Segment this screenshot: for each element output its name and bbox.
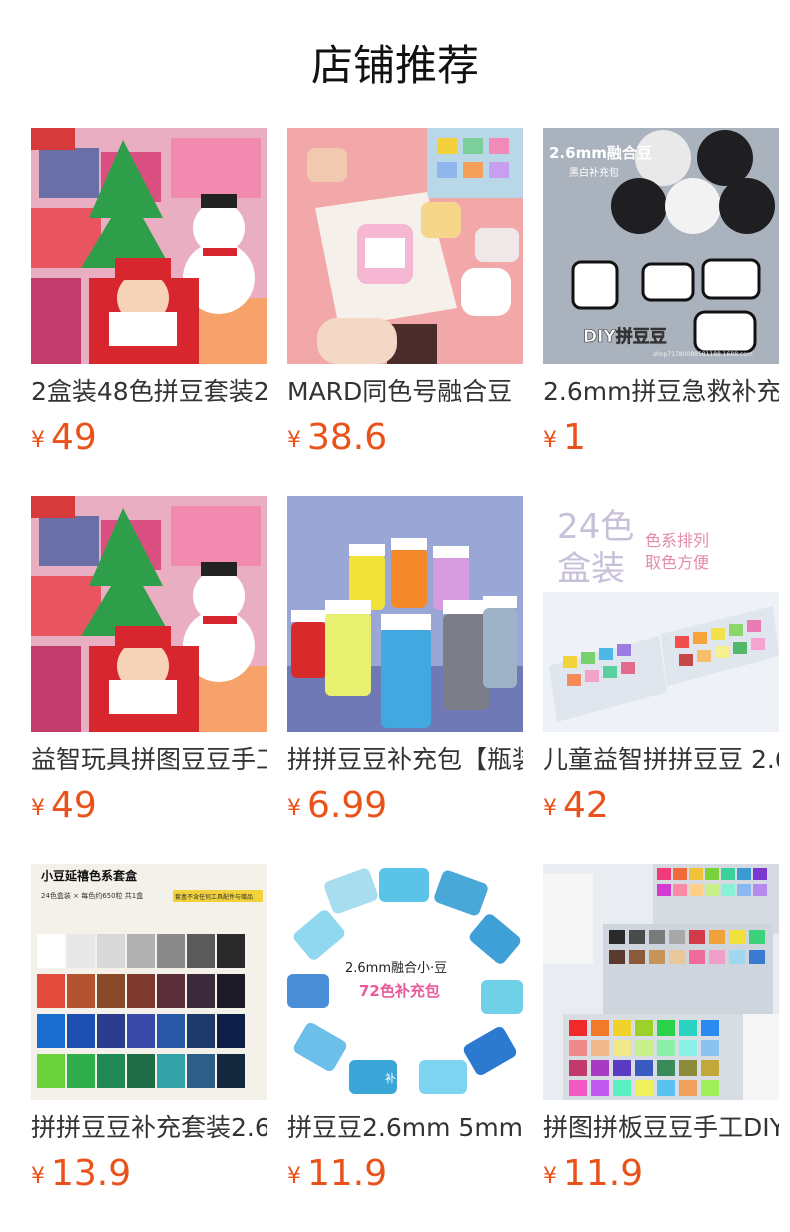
- product-card[interactable]: 拼图拼板豆豆手工DIY ¥11.9: [543, 864, 779, 1204]
- product-name[interactable]: 益智玩具拼图豆豆手工: [31, 742, 267, 778]
- currency-symbol: ¥: [287, 796, 301, 821]
- image-caption: 色系排列: [645, 531, 709, 550]
- product-name[interactable]: 2盒装48色拼豆套装24色: [31, 374, 267, 410]
- currency-symbol: ¥: [543, 428, 557, 453]
- currency-symbol: ¥: [287, 1164, 301, 1189]
- currency-symbol: ¥: [31, 428, 45, 453]
- product-card[interactable]: 24色 盒装 色系排列 取色方便 儿童益智拼拼豆豆 2.6mm ¥42: [543, 496, 779, 836]
- product-image[interactable]: 24色 盒装 色系排列 取色方便: [543, 496, 779, 732]
- currency-symbol: ¥: [31, 796, 45, 821]
- product-image[interactable]: 2.6mm融合豆 黑白补充包 DIY拼豆豆 shop71780088581188…: [543, 128, 779, 364]
- price-value: 42: [563, 785, 609, 826]
- image-caption: 2.6mm融合豆: [549, 144, 652, 162]
- price-value: 49: [51, 785, 97, 826]
- product-card[interactable]: 小豆延禧色系套盒 24色盒装 × 每色约650粒 共1盒 套盒不含任何工具配件与…: [31, 864, 267, 1204]
- price-value: 11.9: [307, 1153, 388, 1194]
- price-value: 1: [563, 417, 586, 458]
- product-card[interactable]: 2.6mm融合豆 黑白补充包 DIY拼豆豆 shop71780088581188…: [543, 128, 779, 468]
- product-price: ¥11.9: [543, 1152, 643, 1196]
- currency-symbol: ¥: [543, 796, 557, 821]
- product-image[interactable]: [287, 496, 523, 732]
- product-price: ¥6.99: [287, 784, 387, 828]
- product-image[interactable]: 小豆延禧色系套盒 24色盒装 × 每色约650粒 共1盒 套盒不含任何工具配件与…: [31, 864, 267, 1100]
- product-name[interactable]: 拼豆豆2.6mm 5mm: [287, 1110, 523, 1146]
- image-watermark: shop71780088581188.1688.com: [653, 351, 753, 358]
- product-price: ¥11.9: [287, 1152, 387, 1196]
- image-caption: 取色方便: [645, 553, 709, 572]
- image-caption: 套盒不含任何工具配件与赠品: [175, 893, 253, 901]
- product-card[interactable]: 2.6mm融合小·豆 72色补充包 补充包 拼豆豆2.6mm 5mm ¥11.9: [287, 864, 523, 1204]
- product-image[interactable]: 2.6mm融合小·豆 72色补充包 补充包: [287, 864, 523, 1100]
- page-title: 店铺推荐: [310, 41, 479, 90]
- product-price: ¥49: [31, 416, 97, 460]
- product-image[interactable]: [31, 128, 267, 364]
- currency-symbol: ¥: [287, 428, 301, 453]
- product-image[interactable]: [287, 128, 523, 364]
- product-price: ¥49: [31, 784, 97, 828]
- price-value: 11.9: [563, 1153, 644, 1194]
- product-name[interactable]: 儿童益智拼拼豆豆 2.6mm: [543, 742, 779, 778]
- product-name[interactable]: 2.6mm拼豆急救补充包: [543, 374, 779, 410]
- product-name[interactable]: 拼拼豆豆补充包【瓶装】: [287, 742, 523, 778]
- image-caption: 小豆延禧色系套盒: [41, 868, 138, 883]
- product-card[interactable]: 2盒装48色拼豆套装24色 ¥49: [31, 128, 267, 468]
- product-name[interactable]: MARD同色号融合豆: [287, 374, 523, 410]
- image-caption: 72色补充包: [359, 982, 440, 1000]
- product-name[interactable]: 拼拼豆豆补充套装2.6mm: [31, 1110, 267, 1146]
- product-image[interactable]: [31, 496, 267, 732]
- image-caption: 黑白补充包: [569, 166, 619, 179]
- image-caption: 2.6mm融合小·豆: [345, 961, 447, 976]
- product-price: ¥13.9: [31, 1152, 131, 1196]
- currency-symbol: ¥: [543, 1164, 557, 1189]
- product-card[interactable]: 益智玩具拼图豆豆手工 ¥49: [31, 496, 267, 836]
- image-caption: 24色盒装 × 每色约650粒 共1盒: [41, 891, 143, 900]
- price-value: 13.9: [51, 1153, 132, 1194]
- product-image[interactable]: [543, 864, 779, 1100]
- product-card[interactable]: 拼拼豆豆补充包【瓶装】 ¥6.99: [287, 496, 523, 836]
- price-value: 6.99: [307, 785, 388, 826]
- product-card[interactable]: MARD同色号融合豆 ¥38.6: [287, 128, 523, 468]
- currency-symbol: ¥: [31, 1164, 45, 1189]
- product-price: ¥1: [543, 416, 586, 460]
- product-price: ¥38.6: [287, 416, 387, 460]
- price-value: 38.6: [307, 417, 388, 458]
- product-name[interactable]: 拼图拼板豆豆手工DIY: [543, 1110, 779, 1146]
- image-caption: 补充包: [385, 1071, 418, 1085]
- image-caption: DIY拼豆豆: [583, 326, 667, 347]
- price-value: 49: [51, 417, 97, 458]
- product-price: ¥42: [543, 784, 609, 828]
- image-caption: 盒装: [557, 549, 625, 589]
- image-caption: 24色: [557, 507, 634, 547]
